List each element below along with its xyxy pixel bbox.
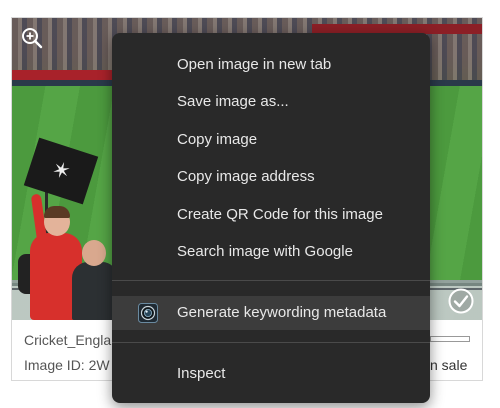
menu-item-label: Search image with Google (177, 243, 353, 260)
image-title[interactable]: Cricket_Engla (24, 332, 111, 348)
context-menu: Open image in new tab Save image as... C… (112, 33, 430, 403)
image-id: Image ID: 2W (24, 357, 110, 373)
menu-item-label: Save image as... (177, 93, 289, 110)
menu-item-label: Create QR Code for this image (177, 206, 383, 223)
spectator-head (82, 240, 106, 266)
menu-item-save-image-as[interactable]: Save image as... (112, 85, 430, 119)
menu-item-label: Open image in new tab (177, 56, 332, 73)
menu-item-inspect[interactable]: Inspect (112, 357, 430, 391)
sale-indicator-box (430, 336, 470, 342)
checkmark-circle-icon[interactable] (448, 288, 474, 314)
menu-separator (112, 342, 430, 343)
camera-lens-icon (138, 303, 158, 323)
stadium-stand-red-section (12, 70, 122, 80)
menu-item-label: Generate keywording metadata (177, 304, 387, 321)
spectator-hair (44, 206, 70, 218)
sale-label: n sale (430, 357, 468, 373)
menu-item-search-image-google[interactable]: Search image with Google (112, 235, 430, 269)
menu-item-label: Copy image address (177, 168, 315, 185)
menu-item-label: Inspect (177, 365, 226, 382)
menu-item-copy-image-address[interactable]: Copy image address (112, 160, 430, 194)
zoom-in-icon[interactable] (21, 27, 43, 49)
menu-item-open-image-new-tab[interactable]: Open image in new tab (112, 48, 430, 82)
menu-separator (112, 280, 430, 281)
menu-item-create-qr-code[interactable]: Create QR Code for this image (112, 198, 430, 232)
menu-item-label: Copy image (177, 131, 258, 148)
menu-item-copy-image[interactable]: Copy image (112, 123, 430, 157)
menu-item-generate-keywording-metadata[interactable]: Generate keywording metadata (112, 296, 430, 330)
